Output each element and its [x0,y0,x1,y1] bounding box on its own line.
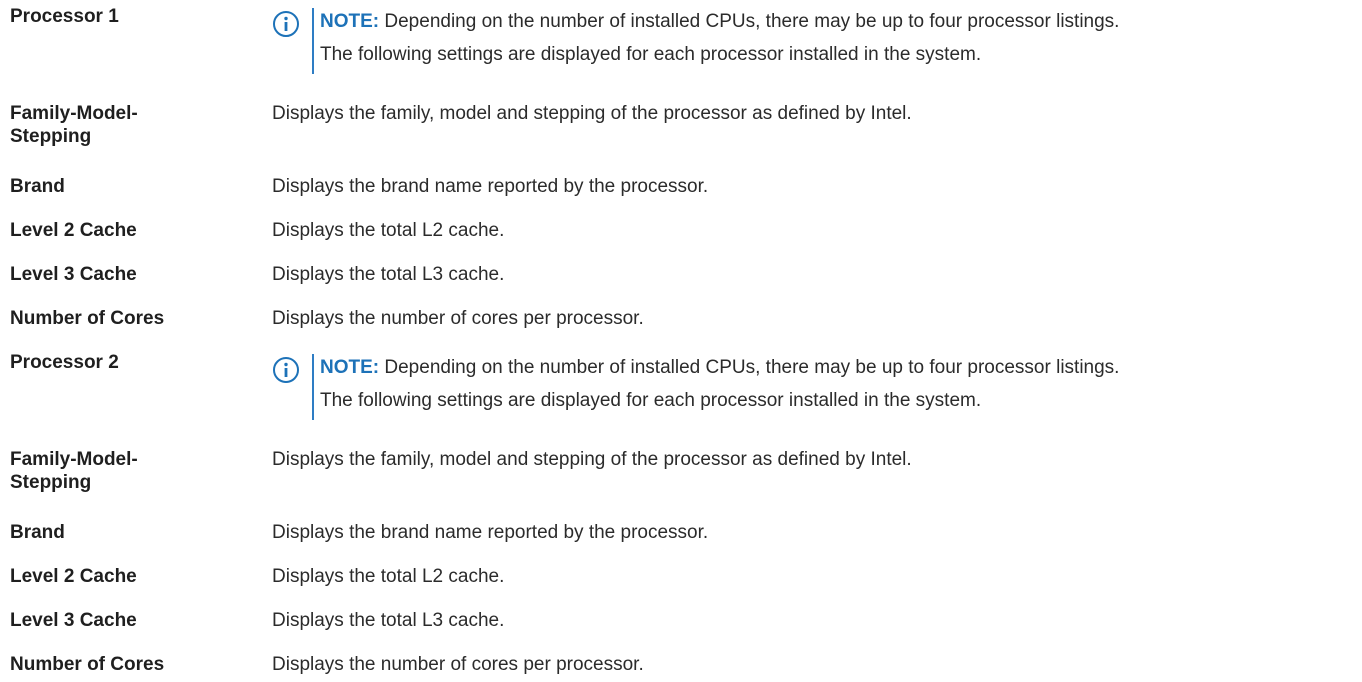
setting-description: Displays the total L2 cache. [272,566,505,587]
note-line-1-text: Depending on the number of installed CPU… [384,357,1120,378]
note-rule [312,354,314,420]
note-rule [312,8,314,74]
note-line-1: NOTE: Depending on the number of install… [320,351,1119,384]
setting-term: Family-Model-Stepping [10,449,138,493]
setting-term: Number of Cores [10,654,165,675]
setting-term: Number of Cores [10,308,165,329]
setting-term: Brand [10,522,65,543]
setting-description: Displays the brand name reported by the … [272,522,709,543]
setting-term: Processor 1 [10,6,119,27]
setting-description: Displays the total L3 cache. [272,264,505,285]
setting-term: Family-Model-Stepping [10,103,138,147]
note-line-2: The following settings are displayed for… [320,390,982,411]
info-icon [273,11,299,37]
note-text: NOTE: Depending on the number of install… [320,5,1119,71]
note-line-2: The following settings are displayed for… [320,44,982,65]
note-line-1-text: Depending on the number of installed CPU… [384,11,1120,32]
setting-description: Displays the total L2 cache. [272,220,505,241]
note-line-1: NOTE: Depending on the number of install… [320,5,1119,38]
note-label: NOTE: [320,357,380,378]
note-text: NOTE: Depending on the number of install… [320,351,1119,417]
setting-term: Level 3 Cache [10,264,137,285]
setting-term: Processor 2 [10,352,119,373]
setting-description: Displays the brand name reported by the … [272,176,709,197]
info-icon [273,357,299,383]
setting-description: Displays the family, model and stepping … [272,449,912,470]
settings-table: Processor 1 NOTE: Depending on the numbe… [0,0,1362,682]
setting-description: Displays the number of cores per process… [272,308,644,329]
setting-term: Level 3 Cache [10,610,137,631]
setting-description: Displays the family, model and stepping … [272,103,912,124]
note-callout: NOTE: Depending on the number of install… [272,351,1357,423]
setting-term: Level 2 Cache [10,566,137,587]
note-label: NOTE: [320,11,380,32]
setting-description: Displays the number of cores per process… [272,654,644,675]
setting-term: Brand [10,176,65,197]
setting-term: Level 2 Cache [10,220,137,241]
note-callout: NOTE: Depending on the number of install… [272,5,1357,77]
setting-description: Displays the total L3 cache. [272,610,505,631]
